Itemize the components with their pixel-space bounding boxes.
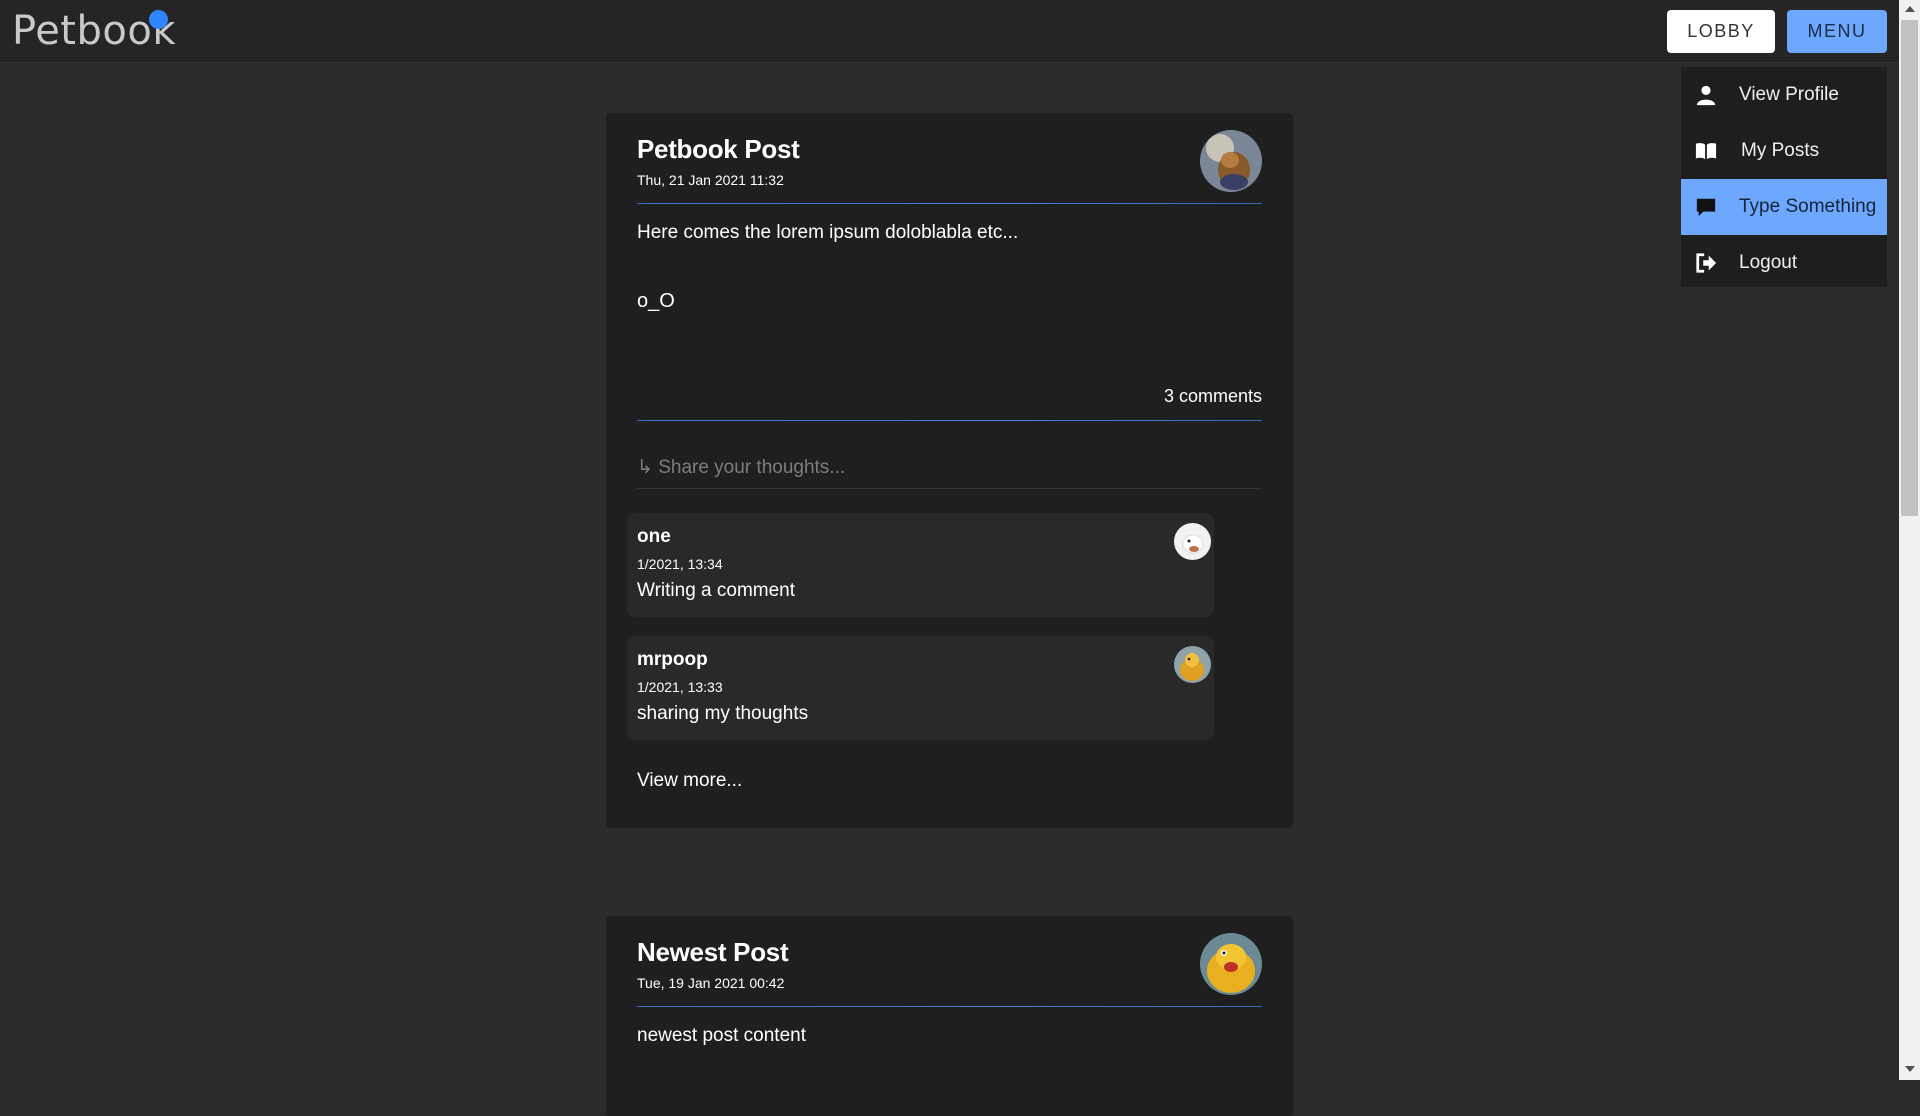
comment-date: 1/2021, 13:33: [637, 679, 723, 695]
scroll-up-arrow-icon[interactable]: [1905, 6, 1915, 12]
scroll-down-arrow-icon[interactable]: [1905, 1066, 1915, 1072]
logo-dot-icon: [149, 10, 168, 29]
user-icon: [1696, 85, 1716, 106]
post-body-line: o_O: [637, 290, 675, 312]
post-title: Newest Post: [637, 937, 789, 967]
post-body-line: newest post content: [637, 1025, 806, 1046]
comment-item: mrpoop 1/2021, 13:33 sharing my thoughts: [627, 636, 1214, 740]
post-divider: [637, 1006, 1262, 1007]
comments-divider: [637, 420, 1262, 421]
post-card: Petbook Post Thu, 21 Jan 2021 11:32 Here…: [606, 113, 1293, 828]
comment-avatar[interactable]: [1174, 523, 1211, 560]
comment-item: one 1/2021, 13:34 Writing a comment: [627, 513, 1214, 617]
post-card: Newest Post Tue, 19 Jan 2021 00:42 newes…: [606, 916, 1293, 1116]
post-date: Tue, 19 Jan 2021 00:42: [637, 975, 785, 991]
share-thoughts-input[interactable]: [637, 448, 1262, 489]
menu-item-my-posts[interactable]: My Posts: [1681, 123, 1887, 179]
post-title: Petbook Post: [637, 134, 800, 164]
menu-item-label: Logout: [1739, 252, 1798, 273]
comment-text: sharing my thoughts: [637, 703, 809, 724]
comment-text: Writing a comment: [637, 580, 796, 601]
comment-icon: [1696, 198, 1716, 217]
menu-item-label: Type Something: [1739, 196, 1877, 217]
lobby-button[interactable]: LOBBY: [1667, 10, 1775, 53]
menu-button[interactable]: MENU: [1787, 10, 1887, 53]
scrollbar-thumb[interactable]: [1901, 20, 1918, 516]
comment-username[interactable]: one: [637, 526, 671, 548]
view-more-link[interactable]: View more...: [637, 770, 742, 792]
comment-avatar[interactable]: [1174, 646, 1211, 683]
post-body-line: Here comes the lorem ipsum doloblabla et…: [637, 222, 1019, 243]
post-date: Thu, 21 Jan 2021 11:32: [637, 172, 784, 188]
logout-icon: [1696, 253, 1717, 273]
scrollbar[interactable]: [1899, 0, 1920, 1080]
book-icon: [1695, 143, 1717, 160]
post-avatar[interactable]: [1200, 130, 1262, 192]
menu-item-label: View Profile: [1739, 84, 1839, 105]
comment-count[interactable]: 3 comments: [1164, 386, 1262, 407]
post-avatar[interactable]: [1200, 933, 1262, 995]
menu-item-type-something[interactable]: Type Something: [1681, 179, 1887, 235]
menu-item-logout[interactable]: Logout: [1681, 235, 1887, 291]
dropdown-menu: View Profile My Posts Type Something Log…: [1681, 67, 1887, 287]
menu-item-label: My Posts: [1741, 140, 1820, 161]
comment-date: 1/2021, 13:34: [637, 556, 723, 572]
menu-item-view-profile[interactable]: View Profile: [1681, 67, 1887, 123]
post-divider: [637, 203, 1262, 204]
top-bar: Petbook LOBBY MENU: [0, 0, 1899, 63]
comment-username[interactable]: mrpoop: [637, 649, 708, 671]
